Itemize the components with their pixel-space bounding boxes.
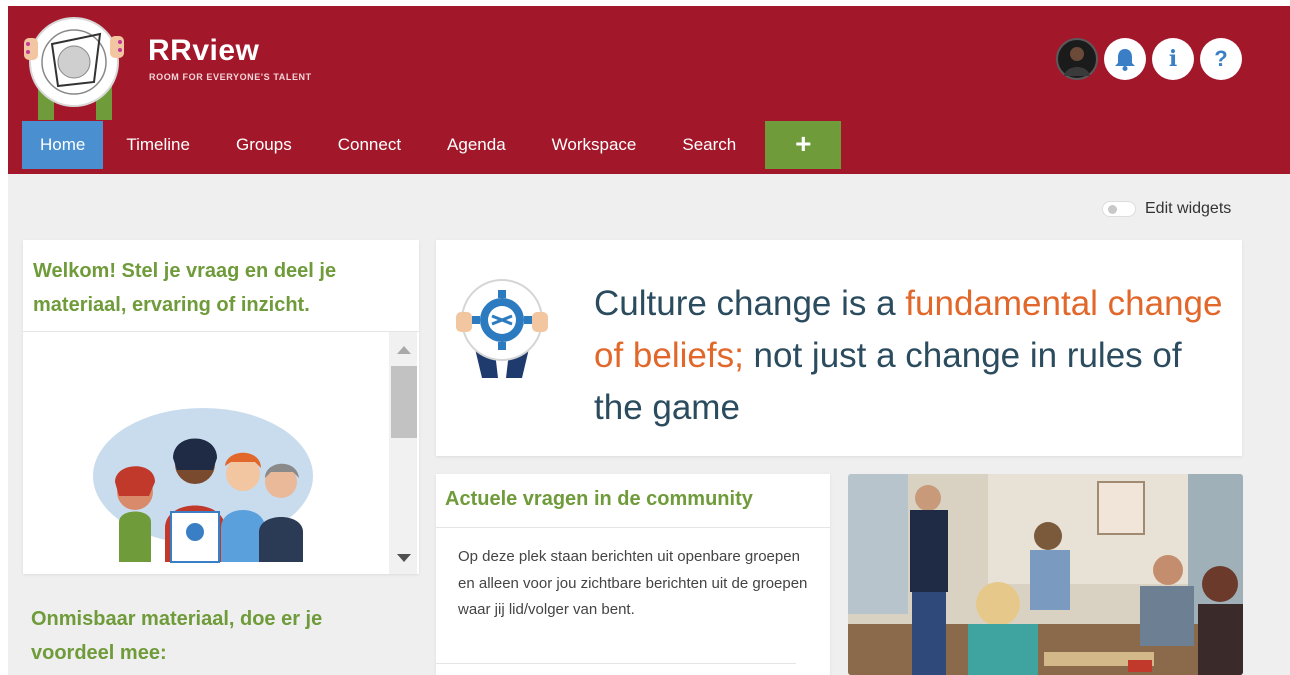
- quote-text: Culture change is a fundamental change o…: [594, 278, 1234, 434]
- header-icons: i ?: [1056, 38, 1242, 80]
- help-button[interactable]: ?: [1200, 38, 1242, 80]
- edit-widgets-toggle[interactable]: [1102, 201, 1136, 217]
- info-icon: i: [1168, 46, 1178, 72]
- actuele-widget: Actuele vragen in de community Op deze p…: [436, 474, 830, 675]
- quote-widget: Culture change is a fundamental change o…: [436, 240, 1242, 456]
- scroll-down-icon[interactable]: [397, 554, 411, 562]
- actuele-description: Op deze plek staan berichten uit openbar…: [458, 548, 808, 618]
- onmisbaar-title: Onmisbaar materiaal, doe er je voordeel …: [31, 608, 323, 664]
- edit-widgets-label[interactable]: Edit widgets: [1145, 200, 1231, 218]
- welcome-body: [23, 332, 419, 574]
- edit-widgets-control[interactable]: Edit widgets: [1102, 200, 1231, 218]
- nav-agenda[interactable]: Agenda: [424, 121, 529, 169]
- notifications-button[interactable]: [1104, 38, 1146, 80]
- community-photo[interactable]: [848, 474, 1243, 675]
- people-illustration: [93, 408, 313, 563]
- welcome-scrollbar[interactable]: [389, 332, 417, 574]
- avatar-image: [1064, 47, 1090, 76]
- main-content: Edit widgets Welkom! Stel je vraag en de…: [8, 174, 1290, 675]
- actuele-title: Actuele vragen in de community: [436, 474, 830, 528]
- logo-icon[interactable]: [24, 8, 124, 120]
- culture-change-icon: [456, 279, 548, 378]
- nav-timeline[interactable]: Timeline: [103, 121, 213, 169]
- brand-name[interactable]: RRview: [148, 34, 259, 68]
- nav-home[interactable]: Home: [22, 121, 104, 169]
- nav-search[interactable]: Search: [659, 121, 759, 169]
- welcome-widget: Welkom! Stel je vraag en deel je materia…: [23, 240, 419, 574]
- add-button[interactable]: +: [765, 121, 842, 169]
- scroll-up-icon[interactable]: [397, 346, 411, 354]
- help-icon: ?: [1214, 46, 1228, 71]
- toggle-knob: [1108, 205, 1117, 214]
- brand-tagline: ROOM FOR EVERYONE'S TALENT: [149, 72, 312, 82]
- nav-workspace[interactable]: Workspace: [529, 121, 660, 169]
- nav-connect[interactable]: Connect: [315, 121, 424, 169]
- main-nav: Home Timeline Groups Connect Agenda Work…: [22, 121, 842, 169]
- user-avatar[interactable]: [1056, 38, 1098, 80]
- scroll-thumb[interactable]: [391, 366, 417, 438]
- welcome-title: Welkom! Stel je vraag en deel je materia…: [23, 240, 419, 332]
- bell-icon: [1115, 49, 1135, 71]
- actuele-divider: [436, 663, 796, 675]
- app-header: RRview ROOM FOR EVERYONE'S TALENT i ? Ho…: [8, 6, 1290, 174]
- info-button[interactable]: i: [1152, 38, 1194, 80]
- quote-part1: Culture change is a: [594, 284, 906, 323]
- nav-groups[interactable]: Groups: [213, 121, 315, 169]
